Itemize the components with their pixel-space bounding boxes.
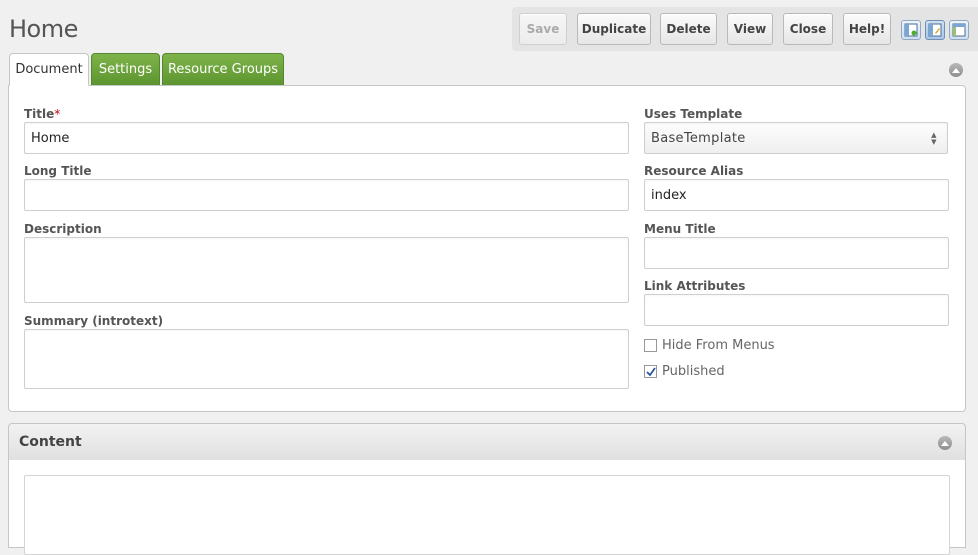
title-label: Title* bbox=[24, 107, 61, 121]
title-field[interactable]: Home bbox=[24, 122, 629, 154]
link-attributes-field[interactable] bbox=[644, 294, 949, 326]
layout-right-icon[interactable] bbox=[949, 20, 969, 40]
content-editor[interactable] bbox=[24, 475, 950, 555]
page-title: Home bbox=[9, 15, 78, 43]
summary-label: Summary (introtext) bbox=[24, 314, 164, 328]
layout-center-icon[interactable] bbox=[925, 20, 945, 40]
collapse-icon[interactable] bbox=[949, 63, 963, 77]
checkmark-icon bbox=[645, 366, 656, 376]
layout-left-icon[interactable] bbox=[901, 20, 921, 40]
content-header: Content bbox=[8, 423, 966, 461]
hide-from-menus-label: Hide From Menus bbox=[662, 338, 775, 353]
template-select-value: BaseTemplate bbox=[651, 130, 746, 146]
published-row: Published bbox=[644, 364, 725, 379]
template-select[interactable]: BaseTemplate ▲ ▼ bbox=[644, 122, 948, 154]
content-body bbox=[8, 460, 966, 555]
template-label: Uses Template bbox=[644, 107, 743, 121]
alias-label: Resource Alias bbox=[644, 164, 744, 178]
published-checkbox[interactable] bbox=[644, 365, 657, 378]
content-collapse-icon[interactable] bbox=[938, 436, 952, 450]
long-title-field[interactable] bbox=[24, 179, 629, 211]
published-label: Published bbox=[662, 364, 725, 379]
description-label: Description bbox=[24, 222, 102, 236]
help-button[interactable]: Help! bbox=[843, 13, 891, 45]
view-button[interactable]: View bbox=[727, 13, 773, 45]
content-title: Content bbox=[19, 434, 82, 450]
description-field[interactable] bbox=[24, 237, 629, 303]
close-button[interactable]: Close bbox=[783, 13, 833, 45]
duplicate-button[interactable]: Duplicate bbox=[577, 13, 651, 45]
hide-from-menus-row: Hide From Menus bbox=[644, 338, 775, 353]
long-title-label: Long Title bbox=[24, 164, 92, 178]
document-panel: Title* Home Long Title Description Summa… bbox=[8, 85, 966, 412]
save-button[interactable]: Save bbox=[519, 13, 567, 45]
delete-button[interactable]: Delete bbox=[660, 13, 717, 45]
hide-from-menus-checkbox[interactable] bbox=[644, 339, 657, 352]
menu-title-field[interactable] bbox=[644, 237, 949, 269]
summary-field[interactable] bbox=[24, 329, 629, 389]
tab-settings[interactable]: Settings bbox=[91, 53, 160, 86]
menu-title-label: Menu Title bbox=[644, 222, 716, 236]
tab-document[interactable]: Document bbox=[9, 53, 89, 86]
link-attributes-label: Link Attributes bbox=[644, 279, 746, 293]
action-toolbar: Save Duplicate Delete View Close Help! bbox=[512, 7, 978, 51]
alias-field[interactable]: index bbox=[644, 179, 949, 211]
select-arrows-icon: ▲ ▼ bbox=[931, 131, 937, 146]
tab-resource-groups[interactable]: Resource Groups bbox=[162, 53, 284, 86]
